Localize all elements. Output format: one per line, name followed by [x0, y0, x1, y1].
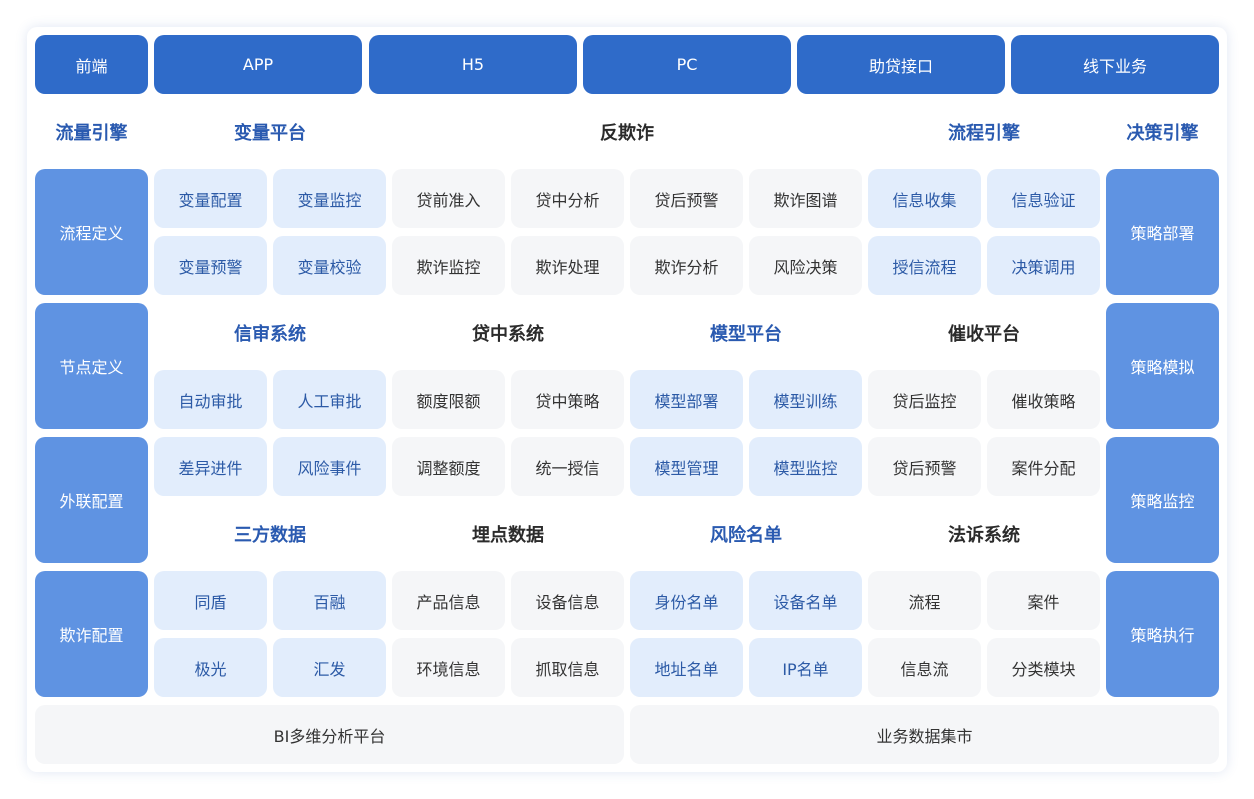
- module-box[interactable]: 设备信息: [511, 571, 624, 630]
- heading-decision-engine: 决策引擎: [1126, 123, 1199, 144]
- heading-risk-list: 风险名单: [710, 525, 782, 546]
- heading-variable-platform: 变量平台: [234, 123, 306, 144]
- heading-tracking-data: 埋点数据: [472, 525, 544, 546]
- module-box[interactable]: 模型监控: [749, 437, 862, 496]
- module-box[interactable]: 自动审批: [154, 370, 267, 429]
- business-data-mart[interactable]: 业务数据集市: [630, 705, 1219, 764]
- heading-model-platform: 模型平台: [710, 324, 782, 345]
- module-box[interactable]: 汇发: [273, 638, 386, 697]
- module-box[interactable]: 贷中策略: [511, 370, 624, 429]
- heading-third-party-data: 三方数据: [234, 525, 306, 546]
- heading-in-loan-system: 贷中系统: [472, 324, 544, 345]
- module-box[interactable]: 贷后预警: [630, 169, 743, 228]
- module-box[interactable]: IP名单: [749, 638, 862, 697]
- module-box[interactable]: 变量预警: [154, 236, 267, 295]
- module-box[interactable]: 案件: [987, 571, 1100, 630]
- module-box[interactable]: 欺诈分析: [630, 236, 743, 295]
- module-box[interactable]: 抓取信息: [511, 638, 624, 697]
- heading-legal-system: 法诉系统: [948, 525, 1020, 546]
- strategy-execute[interactable]: 策略执行: [1106, 571, 1219, 697]
- strategy-monitor[interactable]: 策略监控: [1106, 437, 1219, 563]
- heading-traffic-engine: 流量引擎: [55, 123, 128, 144]
- module-box[interactable]: 风险决策: [749, 236, 862, 295]
- module-box[interactable]: 同盾: [154, 571, 267, 630]
- module-box[interactable]: 产品信息: [392, 571, 505, 630]
- module-box[interactable]: 欺诈监控: [392, 236, 505, 295]
- strategy-simulate[interactable]: 策略模拟: [1106, 303, 1219, 429]
- channel-pc[interactable]: PC: [583, 35, 791, 94]
- module-box[interactable]: 模型训练: [749, 370, 862, 429]
- heading-collection-platform: 催收平台: [948, 324, 1020, 345]
- module-box[interactable]: 信息收集: [868, 169, 981, 228]
- module-box[interactable]: 统一授信: [511, 437, 624, 496]
- module-box[interactable]: 案件分配: [987, 437, 1100, 496]
- module-box[interactable]: 身份名单: [630, 571, 743, 630]
- heading-anti-fraud: 反欺诈: [600, 123, 654, 144]
- module-box[interactable]: 流程: [868, 571, 981, 630]
- module-box[interactable]: 催收策略: [987, 370, 1100, 429]
- module-box[interactable]: 分类模块: [987, 638, 1100, 697]
- fraud-config[interactable]: 欺诈配置: [35, 571, 148, 697]
- frontend-label: 前端: [35, 35, 148, 94]
- module-box[interactable]: 决策调用: [987, 236, 1100, 295]
- module-box[interactable]: 极光: [154, 638, 267, 697]
- module-box[interactable]: 百融: [273, 571, 386, 630]
- module-box[interactable]: 模型管理: [630, 437, 743, 496]
- module-box[interactable]: 贷后预警: [868, 437, 981, 496]
- channel-app[interactable]: APP: [154, 35, 362, 94]
- module-box[interactable]: 设备名单: [749, 571, 862, 630]
- process-definition[interactable]: 流程定义: [35, 169, 148, 295]
- module-box[interactable]: 人工审批: [273, 370, 386, 429]
- channel-h5[interactable]: H5: [369, 35, 577, 94]
- module-box[interactable]: 贷后监控: [868, 370, 981, 429]
- module-box[interactable]: 变量配置: [154, 169, 267, 228]
- node-definition[interactable]: 节点定义: [35, 303, 148, 429]
- module-box[interactable]: 授信流程: [868, 236, 981, 295]
- module-box[interactable]: 调整额度: [392, 437, 505, 496]
- module-box[interactable]: 模型部署: [630, 370, 743, 429]
- module-box[interactable]: 欺诈图谱: [749, 169, 862, 228]
- module-box[interactable]: 额度限额: [392, 370, 505, 429]
- module-box[interactable]: 欺诈处理: [511, 236, 624, 295]
- module-box[interactable]: 地址名单: [630, 638, 743, 697]
- heading-credit-review: 信审系统: [234, 324, 306, 345]
- module-box[interactable]: 风险事件: [273, 437, 386, 496]
- module-box[interactable]: 变量校验: [273, 236, 386, 295]
- bi-analysis-platform[interactable]: BI多维分析平台: [35, 705, 624, 764]
- module-box[interactable]: 差异进件: [154, 437, 267, 496]
- module-box[interactable]: 信息流: [868, 638, 981, 697]
- module-box[interactable]: 信息验证: [987, 169, 1100, 228]
- module-box[interactable]: 环境信息: [392, 638, 505, 697]
- module-box[interactable]: 变量监控: [273, 169, 386, 228]
- strategy-deploy[interactable]: 策略部署: [1106, 169, 1219, 295]
- channel-offline[interactable]: 线下业务: [1011, 35, 1219, 94]
- heading-process-engine: 流程引擎: [948, 123, 1020, 144]
- module-box[interactable]: 贷中分析: [511, 169, 624, 228]
- external-config[interactable]: 外联配置: [35, 437, 148, 563]
- module-box[interactable]: 贷前准入: [392, 169, 505, 228]
- channel-loan-api[interactable]: 助贷接口: [797, 35, 1005, 94]
